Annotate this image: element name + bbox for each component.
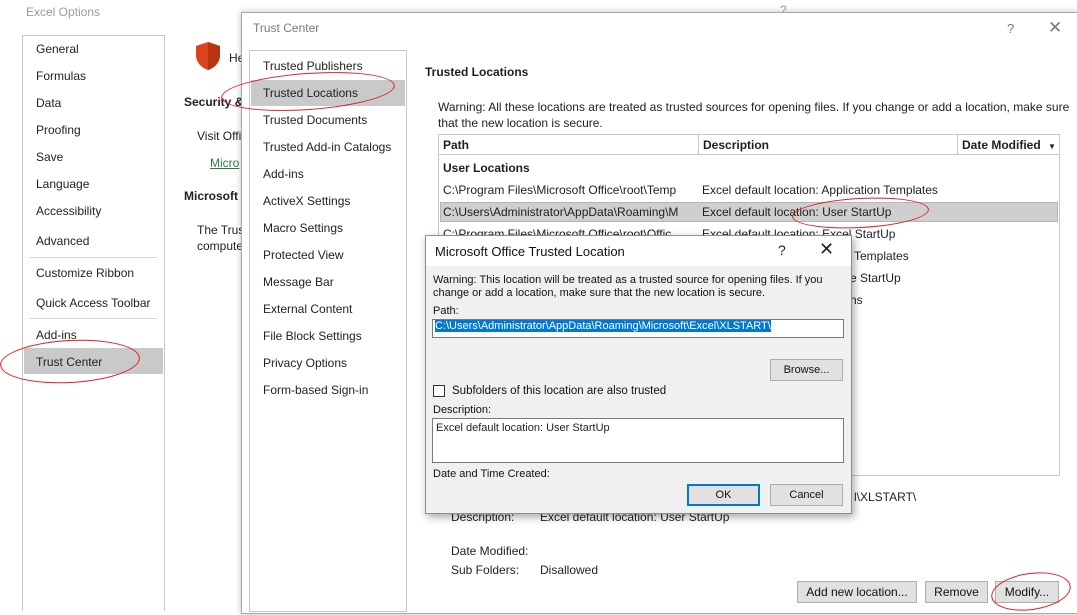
subfolders-checkbox[interactable] <box>433 385 445 397</box>
tc-nav-activex-settings[interactable]: ActiveX Settings <box>263 194 350 208</box>
excel-options-nav: General Formulas Data Proofing Save Lang… <box>22 35 165 611</box>
nav-item-accessibility[interactable]: Accessibility <box>36 204 101 218</box>
nav-item-advanced[interactable]: Advanced <box>36 234 89 248</box>
tc-nav-form-based-sign-in[interactable]: Form-based Sign-in <box>263 383 368 397</box>
page-title: Trusted Locations <box>425 65 529 79</box>
add-new-location-button[interactable]: Add new location... <box>797 581 917 603</box>
detail-sub-folders-label: Sub Folders: <box>451 563 520 577</box>
nav-divider <box>29 318 157 319</box>
nav-item-quick-access-toolbar[interactable]: Quick Access Toolbar <box>36 296 151 310</box>
help-icon[interactable]: ? <box>778 242 786 258</box>
microsoft-heading: Microsoft <box>184 189 238 203</box>
visit-text: Visit Offi <box>197 129 242 143</box>
microsoft-link[interactable]: Micro <box>210 156 239 170</box>
nav-item-formulas[interactable]: Formulas <box>36 69 86 83</box>
subfolders-label[interactable]: Subfolders of this location are also tru… <box>452 385 666 397</box>
column-header-label: Date Modified <box>962 138 1041 152</box>
help-icon[interactable]: ? <box>1007 21 1014 36</box>
path-label: Path: <box>433 305 459 317</box>
nav-item-proofing[interactable]: Proofing <box>36 123 81 137</box>
date-created-label: Date and Time Created: <box>433 468 550 480</box>
tc-nav-macro-settings[interactable]: Macro Settings <box>263 221 343 235</box>
nav-item-save[interactable]: Save <box>36 150 63 164</box>
remove-button[interactable]: Remove <box>925 581 988 603</box>
excel-options-title: Excel Options <box>26 5 101 19</box>
table-row-description-partial: Templates <box>854 249 909 263</box>
shield-icon <box>196 42 220 70</box>
nav-divider <box>29 257 157 258</box>
trust-center-title: Trust Center <box>253 21 320 35</box>
table-row-path[interactable]: C:\Program Files\Microsoft Office\root\T… <box>443 183 693 197</box>
detail-path-value: l\XLSTART\ <box>854 490 917 504</box>
path-input[interactable]: C:\Users\Administrator\AppData\Roaming\M… <box>432 319 844 338</box>
tc-nav-add-ins[interactable]: Add-ins <box>263 167 304 181</box>
nav-item-customize-ribbon[interactable]: Customize Ribbon <box>36 266 134 280</box>
tc-nav-trusted-add-in-catalogs[interactable]: Trusted Add-in Catalogs <box>263 140 391 154</box>
column-header-description[interactable]: Description <box>699 135 958 155</box>
column-header-path[interactable]: Path <box>439 135 699 155</box>
close-icon[interactable]: ✕ <box>1048 18 1062 38</box>
close-icon[interactable]: ✕ <box>819 239 834 260</box>
group-header: User Locations <box>443 161 530 175</box>
table-row-path[interactable]: C:\Users\Administrator\AppData\Roaming\M <box>443 205 693 219</box>
dialog-title: Microsoft Office Trusted Location <box>435 244 625 259</box>
nav-item-general[interactable]: General <box>36 42 79 56</box>
tc-nav-trusted-publishers[interactable]: Trusted Publishers <box>263 59 363 73</box>
detail-date-modified-label: Date Modified: <box>451 544 529 558</box>
description-label: Description: <box>433 404 492 416</box>
trust-center-nav: Trusted Publishers Trusted Locations Tru… <box>249 50 407 612</box>
tc-nav-message-bar[interactable]: Message Bar <box>263 275 334 289</box>
column-header-date-modified[interactable]: Date Modified ▼ <box>958 135 1059 155</box>
dialog-warning-text: Warning: This location will be treated a… <box>433 274 823 299</box>
tc-nav-protected-view[interactable]: Protected View <box>263 248 344 262</box>
tc-nav-file-block-settings[interactable]: File Block Settings <box>263 329 362 343</box>
description-field[interactable]: Excel default location: User StartUp <box>432 418 844 463</box>
path-value: C:\Users\Administrator\AppData\Roaming\M… <box>435 320 771 332</box>
table-row-description-partial: e StartUp <box>850 271 901 285</box>
cancel-button[interactable]: Cancel <box>770 484 843 506</box>
sort-down-icon: ▼ <box>1048 142 1056 151</box>
tc-nav-privacy-options[interactable]: Privacy Options <box>263 356 347 370</box>
description-value: Excel default location: User StartUp <box>436 422 610 434</box>
warning-text: Warning: All these locations are treated… <box>438 100 1070 130</box>
browse-button[interactable]: Browse... <box>770 359 843 381</box>
nav-item-language[interactable]: Language <box>36 177 89 191</box>
tc-nav-trusted-documents[interactable]: Trusted Documents <box>263 113 367 127</box>
table-row-description[interactable]: Excel default location: Application Temp… <box>702 183 938 197</box>
trusted-location-dialog: Microsoft Office Trusted Location ? ✕ Wa… <box>425 235 852 514</box>
ok-button[interactable]: OK <box>687 484 760 506</box>
detail-sub-folders-value: Disallowed <box>540 563 599 577</box>
nav-item-data[interactable]: Data <box>36 96 61 110</box>
tc-nav-external-content[interactable]: External Content <box>263 302 352 316</box>
trust-text-line2: compute <box>197 239 244 253</box>
